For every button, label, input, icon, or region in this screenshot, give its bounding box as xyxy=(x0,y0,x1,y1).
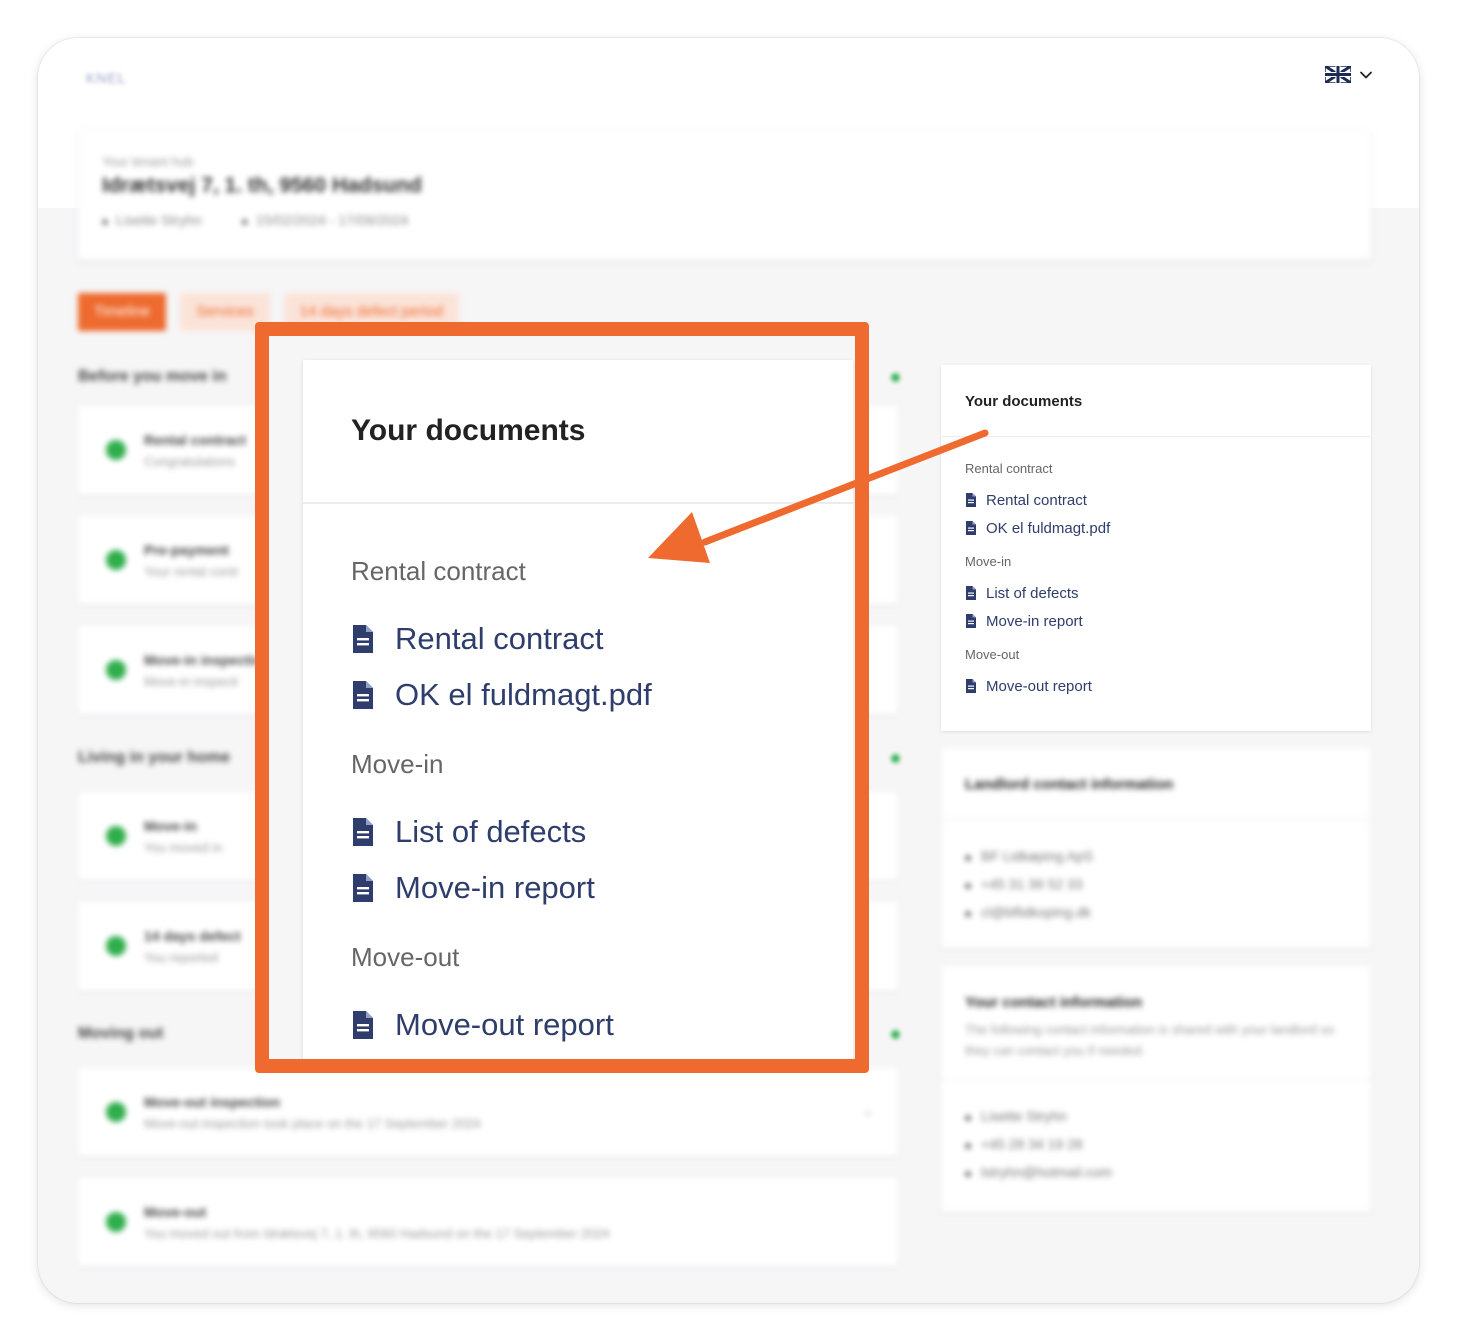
contact-phone[interactable]: +45 28 34 19 28 xyxy=(965,1136,1347,1164)
your-contact-card: Your contact information The following c… xyxy=(941,966,1371,1212)
zoomed-documents-card: Your documents Rental contract Rental co… xyxy=(303,360,853,1059)
step-title: Move-in inspection xyxy=(144,652,271,668)
zoomed-doc-group-label: Move-in xyxy=(351,749,444,779)
step-complete-dot xyxy=(106,936,126,956)
section-title: Moving out xyxy=(78,1025,164,1042)
hero-meta: Lisette Stryhn 15/02/2024 - 17/09/2024 xyxy=(102,212,408,228)
step-complete-dot xyxy=(106,1212,126,1232)
contact-email[interactable]: lstryhn@hotmail.com xyxy=(965,1164,1347,1192)
contact-card-description: The following contact information is sha… xyxy=(941,1019,1371,1080)
step-complete-dot xyxy=(106,826,126,846)
brand-logo[interactable]: KNEL xyxy=(86,70,127,86)
hero-label: Your tenant hub xyxy=(102,154,194,169)
step-complete-dot xyxy=(106,1102,126,1122)
doc-link-ok-el-fuldmagt[interactable]: OK el fuldmagt.pdf xyxy=(965,514,1347,542)
step-title: Rental contract xyxy=(144,432,246,448)
step-title: Move-in xyxy=(144,818,197,834)
zoomed-doc-link-label: OK el fuldmagt.pdf xyxy=(395,677,652,712)
landlord-card-title: Landlord contact information xyxy=(941,748,1371,820)
doc-group-label: Move-in xyxy=(965,554,1012,569)
zoomed-doc-link-list-of-defects[interactable]: List of defects xyxy=(351,804,805,860)
zoomed-doc-link-label: List of defects xyxy=(395,814,587,849)
rental-period: 15/02/2024 - 17/09/2024 xyxy=(242,212,409,228)
landlord-contact-card: Landlord contact information BF Lidkøpin… xyxy=(941,748,1371,948)
step-description: Congratulations xyxy=(144,454,236,469)
file-text-icon xyxy=(353,1011,373,1039)
step-description: Move-in inspecti xyxy=(144,674,238,689)
zoomed-doc-link-rental-contract[interactable]: Rental contract xyxy=(351,611,805,667)
doc-link-label: Move-in report xyxy=(986,612,1083,630)
section-status-dot xyxy=(891,1030,900,1039)
contact-card-title: Your contact information xyxy=(965,994,1143,1011)
uk-flag-icon xyxy=(1325,66,1351,83)
landlord-email[interactable]: cl@bflidkoping.dk xyxy=(965,904,1347,932)
file-text-icon xyxy=(966,493,976,507)
step-title: 14 days defect xyxy=(144,928,241,944)
step-description: You moved in xyxy=(144,840,223,855)
doc-link-label: Rental contract xyxy=(986,491,1087,509)
zoomed-doc-link-ok-el-fuldmagt[interactable]: OK el fuldmagt.pdf xyxy=(351,667,805,723)
step-description: Your rental contr xyxy=(144,564,239,579)
property-address: Idrætsvej 7, 1. th, 9560 Hadsund xyxy=(102,174,422,197)
file-text-icon xyxy=(966,614,976,628)
landlord-name: BF Lidkøping ApS xyxy=(965,848,1347,876)
zoomed-doc-link-move-out-report[interactable]: Move-out report xyxy=(351,997,805,1053)
doc-link-move-out-report[interactable]: Move-out report xyxy=(965,672,1347,700)
file-text-icon xyxy=(353,681,373,709)
doc-group-label: Rental contract xyxy=(965,461,1053,476)
language-selector[interactable] xyxy=(1325,66,1373,83)
documents-card-title: Your documents xyxy=(941,365,1371,437)
file-text-icon xyxy=(966,521,976,535)
section-title: Living in your home xyxy=(78,749,231,766)
file-text-icon xyxy=(353,818,373,846)
file-text-icon xyxy=(966,679,976,693)
doc-link-label: Move-out report xyxy=(986,677,1092,695)
step-title: Pre-payment xyxy=(144,542,229,558)
zoomed-doc-link-move-in-report[interactable]: Move-in report xyxy=(351,860,805,916)
chevron-down-icon[interactable]: ⌄ xyxy=(862,1102,874,1119)
tab-timeline[interactable]: Timeline xyxy=(78,293,167,331)
file-text-icon xyxy=(353,874,373,902)
zoomed-doc-link-label: Move-out report xyxy=(395,1007,614,1042)
contact-name: Lisette Stryhn xyxy=(965,1108,1347,1136)
file-text-icon xyxy=(966,586,976,600)
landlord-phone[interactable]: +45 31 39 52 33 xyxy=(965,876,1347,904)
zoomed-doc-link-label: Move-in report xyxy=(395,870,595,905)
section-status-dot xyxy=(891,754,900,763)
doc-link-move-in-report[interactable]: Move-in report xyxy=(965,607,1347,635)
step-description: You moved out from Idrætsvej 7, 1. th, 9… xyxy=(144,1226,610,1241)
zoomed-doc-link-label: Rental contract xyxy=(395,621,604,656)
step-complete-dot xyxy=(106,550,126,570)
doc-link-label: List of defects xyxy=(986,584,1079,602)
documents-card: Your documents Rental contract Rental co… xyxy=(941,365,1371,731)
timeline-step[interactable]: Move-out You moved out from Idrætsvej 7,… xyxy=(78,1178,898,1266)
doc-link-list-of-defects[interactable]: List of defects xyxy=(965,579,1347,607)
tenant-name: Lisette Stryhn xyxy=(102,212,202,228)
section-status-dot xyxy=(891,373,900,382)
zoomed-doc-group-label: Move-out xyxy=(351,942,460,972)
timeline-step[interactable]: Move-out inspection Move-out inspection … xyxy=(78,1068,898,1156)
section-title: Before you move in xyxy=(78,368,227,385)
step-description: You reported xyxy=(144,950,218,965)
doc-link-label: OK el fuldmagt.pdf xyxy=(986,519,1111,537)
zoomed-documents-title: Your documents xyxy=(303,360,853,504)
doc-link-rental-contract[interactable]: Rental contract xyxy=(965,486,1347,514)
step-title: Move-out inspection xyxy=(144,1094,281,1110)
chevron-down-icon xyxy=(1360,71,1372,78)
tenant-hub-card: Your tenant hub Idrætsvej 7, 1. th, 9560… xyxy=(78,130,1371,260)
step-complete-dot xyxy=(106,440,126,460)
doc-group-label: Move-out xyxy=(965,647,1020,662)
step-title: Move-out xyxy=(144,1204,207,1220)
file-text-icon xyxy=(353,625,373,653)
step-description: Move-out inspection took place on the 17… xyxy=(144,1116,481,1131)
zoom-callout-frame: Your documents Rental contract Rental co… xyxy=(255,322,869,1073)
zoomed-doc-group-label: Rental contract xyxy=(351,556,526,586)
step-complete-dot xyxy=(106,660,126,680)
